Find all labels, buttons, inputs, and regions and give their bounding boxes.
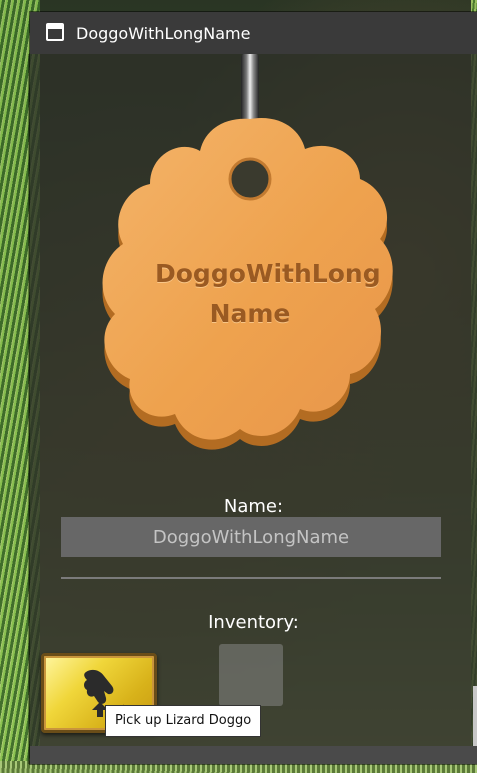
scrollbar-thumb[interactable] xyxy=(473,686,477,746)
window-icon xyxy=(46,23,64,41)
window-titlebar[interactable]: DoggoWithLongName xyxy=(30,12,477,54)
section-divider xyxy=(61,577,441,579)
name-label: Name: xyxy=(223,496,284,517)
name-tag: DoggoWithLong Name xyxy=(95,54,405,474)
inventory-slot[interactable] xyxy=(219,644,283,706)
name-input[interactable] xyxy=(61,517,441,557)
entity-window: DoggoWithLongName DoggoWithLong Name Nam… xyxy=(28,12,477,764)
window-edge xyxy=(28,54,30,764)
tag-name-text: DoggoWithLong Name xyxy=(155,259,381,328)
inventory-label: Inventory: xyxy=(208,612,299,633)
tooltip: Pick up Lizard Doggo xyxy=(105,705,262,737)
window-bottom-bar xyxy=(30,746,477,764)
window-title: DoggoWithLongName xyxy=(76,24,251,43)
